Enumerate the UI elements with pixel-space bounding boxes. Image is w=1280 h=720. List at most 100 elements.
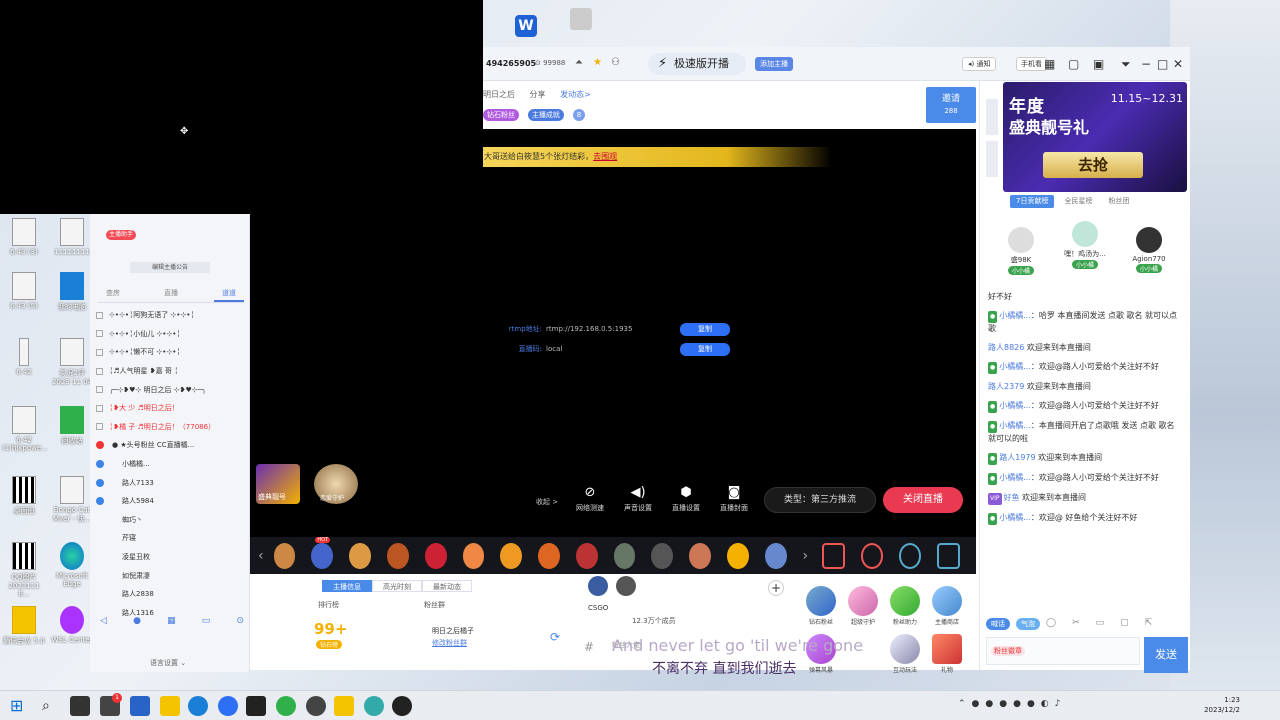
- contributor-1[interactable]: Agion770 小小橘: [1122, 227, 1176, 273]
- feature-interact[interactable]: 互动玩法: [886, 634, 924, 674]
- stream-type-pill[interactable]: 类型：第三方推流: [764, 487, 876, 513]
- list-item[interactable]: 路人7133: [96, 473, 246, 492]
- bubble-button[interactable]: 气泡: [1016, 618, 1040, 630]
- desktop-icon[interactable]: 我的电脑: [50, 272, 94, 312]
- close-live-button[interactable]: 关闭直播: [883, 487, 963, 513]
- grab-button[interactable]: 去抢: [1043, 152, 1143, 178]
- count-badge[interactable]: 8: [572, 109, 586, 121]
- desktop-icon[interactable]: 腾讯会议 5.0: [2, 606, 46, 646]
- gift-item[interactable]: [273, 543, 296, 569]
- side-tab-1[interactable]: [986, 99, 998, 135]
- list-item[interactable]: 蜘巧丶: [96, 511, 246, 530]
- network-test-button[interactable]: ⊘ 网络测速: [566, 485, 614, 513]
- gift-item[interactable]: [538, 543, 560, 569]
- tab-live[interactable]: 直播: [156, 286, 186, 302]
- desktop-icon[interactable]: 6.42: [2, 338, 46, 376]
- folder-icon[interactable]: [160, 696, 180, 716]
- mute-icon[interactable]: ◁: [100, 616, 107, 626]
- minimize-icon[interactable]: −: [1141, 57, 1151, 71]
- chevron-right-icon[interactable]: ›: [803, 548, 809, 564]
- assistant-badge[interactable]: 主播助手: [106, 230, 137, 240]
- tab-fanclub[interactable]: 粉丝团: [1102, 195, 1135, 208]
- list-item[interactable]: 小橘橘...: [96, 455, 246, 474]
- tool-icon[interactable]: [937, 543, 960, 569]
- copy-rtmp-button[interactable]: 复制: [680, 322, 730, 336]
- tool-icon[interactable]: [899, 543, 922, 569]
- tab-allstar[interactable]: 全民星榜: [1058, 195, 1098, 208]
- add-anchor-button[interactable]: 添加主播: [755, 57, 793, 71]
- desktop-icon[interactable]: 6.43 (3): [2, 218, 46, 256]
- fan-badge-tag[interactable]: 粉丝徽章: [991, 646, 1025, 656]
- feature-shop[interactable]: 主播商店: [928, 586, 966, 626]
- feature-diamond[interactable]: 钻石粉丝: [802, 586, 840, 626]
- app-icon[interactable]: [569, 8, 592, 30]
- language-settings[interactable]: 语言设置 ⌄: [150, 658, 186, 668]
- gift-item[interactable]: [764, 543, 787, 569]
- live-cover-button[interactable]: ◙ 直播封面: [710, 485, 758, 513]
- mic-icon[interactable]: ●: [133, 616, 141, 626]
- gift-item[interactable]: [726, 543, 749, 569]
- list-item[interactable]: 凌星丑枚: [96, 548, 246, 567]
- obs-icon[interactable]: [306, 696, 326, 716]
- send-button[interactable]: 发送: [1144, 637, 1188, 673]
- edit-announcement-button[interactable]: 编辑主播公告: [130, 262, 210, 273]
- emoji-icon[interactable]: ◯: [1046, 618, 1056, 630]
- list-item[interactable]: ⊹•⊹•╎阿狗无语了 ⊹•⊹•╎: [96, 306, 246, 325]
- scissors-icon[interactable]: ✂: [1072, 618, 1080, 630]
- system-tray[interactable]: ⌃●●●●●◐♪: [958, 699, 1066, 709]
- chevron-left-icon[interactable]: ‹: [258, 548, 264, 564]
- app-icon[interactable]: [334, 696, 354, 716]
- rank-tag[interactable]: 钻石榜: [316, 640, 343, 649]
- gift-item[interactable]: [424, 543, 447, 569]
- promo-thumb-1[interactable]: 盛典靓号: [256, 464, 300, 504]
- list-item[interactable]: ╎♬人气明星 ❥嘉 哥 ╎: [96, 362, 246, 381]
- edge-icon[interactable]: [188, 696, 208, 716]
- tab-news[interactable]: 最新动态: [422, 580, 472, 592]
- game-avatar[interactable]: [588, 576, 608, 596]
- taskview-icon[interactable]: [70, 696, 90, 716]
- gift-item[interactable]: [349, 543, 371, 569]
- wps-icon[interactable]: W: [515, 15, 537, 37]
- arrow-icon[interactable]: ⇱: [1145, 618, 1153, 630]
- achievement-badge[interactable]: 主播成就: [527, 109, 564, 121]
- rocket-icon[interactable]: ⏶: [575, 58, 585, 68]
- maximize-icon[interactable]: □: [1157, 57, 1168, 71]
- live-settings-button[interactable]: ⬢ 直播设置: [662, 485, 710, 513]
- sound-settings-button[interactable]: ◀) 声音设置: [614, 485, 662, 513]
- shout-button[interactable]: 喊话: [986, 618, 1010, 630]
- edit-fan-group-link[interactable]: 修改粉丝群: [432, 638, 467, 648]
- close-icon[interactable]: ✕: [1173, 57, 1183, 71]
- desktop-icon[interactable]: 6.43 (5): [2, 272, 46, 310]
- star-icon[interactable]: ★: [593, 58, 603, 68]
- gift-item[interactable]: [651, 543, 674, 569]
- stream-category[interactable]: 明日之后: [483, 90, 515, 99]
- notice-button[interactable]: ◂) 通知: [962, 57, 997, 71]
- banner-watch-link[interactable]: 去围观: [593, 152, 617, 161]
- list-item[interactable]: ● ★头号粉丝 CC直播橘...: [96, 436, 246, 455]
- tool-icon[interactable]: [822, 543, 845, 569]
- menu-icon[interactable]: ⏷: [1121, 57, 1131, 72]
- gift-item[interactable]: [462, 543, 485, 569]
- share-link[interactable]: 分享: [530, 90, 546, 99]
- list-item[interactable]: ╎❥橘 子 ♬明日之后！（77086）: [96, 418, 246, 437]
- list-item[interactable]: 路人5984: [96, 492, 246, 511]
- chat-input[interactable]: 粉丝徽章: [986, 637, 1140, 665]
- copy-key-button[interactable]: 复制: [680, 342, 730, 356]
- contributor-2[interactable]: 盛98K 小小橘: [994, 227, 1048, 275]
- tool-icon[interactable]: [860, 543, 884, 569]
- gift-item[interactable]: [613, 543, 636, 569]
- grid-icon[interactable]: ▦: [167, 616, 176, 626]
- refresh-icon[interactable]: ⟳: [550, 630, 560, 644]
- contributor-3[interactable]: 嘿！鸡汤为... 小小橘: [1058, 221, 1112, 269]
- list-item[interactable]: 芹寝: [96, 529, 246, 548]
- promo-ad[interactable]: 年度 盛典靓号礼 11.15~12.31 去抢: [1003, 82, 1187, 192]
- cc-live-icon[interactable]: [218, 696, 238, 716]
- list-item[interactable]: 路人2838: [96, 585, 246, 604]
- promo-thumb-2[interactable]: 恋爱守护: [314, 464, 358, 504]
- list-item[interactable]: ⊹•⊹•╎小仙儿 ⊹•⊹•╎: [96, 325, 246, 344]
- windows-start-icon[interactable]: ⊞: [10, 696, 30, 716]
- desktop-icon[interactable]: WSL Center: [50, 606, 94, 644]
- wechat-icon[interactable]: [276, 696, 296, 716]
- list-item[interactable]: ╎❥大 少 ♬明日之后！: [96, 399, 246, 418]
- publish-link[interactable]: 发动态>: [560, 90, 591, 99]
